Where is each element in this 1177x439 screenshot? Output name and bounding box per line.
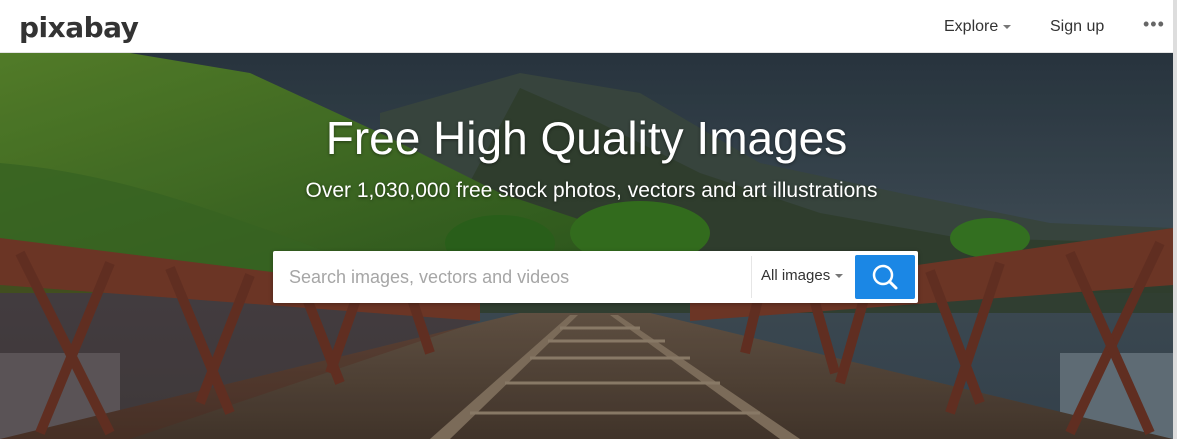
top-navigation: pixabay Explore Sign up ••• xyxy=(0,0,1177,53)
chevron-down-icon xyxy=(835,274,844,279)
explore-menu[interactable]: Explore xyxy=(944,18,1012,36)
chevron-down-icon xyxy=(1003,24,1012,29)
media-type-label: All images xyxy=(761,267,831,284)
signup-link[interactable]: Sign up xyxy=(1050,18,1104,36)
search-divider xyxy=(751,256,752,298)
media-type-dropdown[interactable]: All images xyxy=(761,267,844,284)
page-scrollbar[interactable] xyxy=(1173,0,1177,439)
hero-subtitle: Over 1,030,000 free stock photos, vector… xyxy=(305,179,878,202)
hero-banner: Free High Quality Images Over 1,030,000 … xyxy=(0,53,1173,439)
search-icon xyxy=(872,264,898,290)
more-menu-icon[interactable]: ••• xyxy=(1143,14,1165,35)
search-bar: All images xyxy=(273,251,918,303)
search-button[interactable] xyxy=(855,255,915,299)
hero-title: Free High Quality Images xyxy=(325,112,848,164)
search-input[interactable] xyxy=(273,251,750,303)
pixabay-logo[interactable]: pixabay xyxy=(19,11,139,44)
explore-label: Explore xyxy=(944,18,999,35)
